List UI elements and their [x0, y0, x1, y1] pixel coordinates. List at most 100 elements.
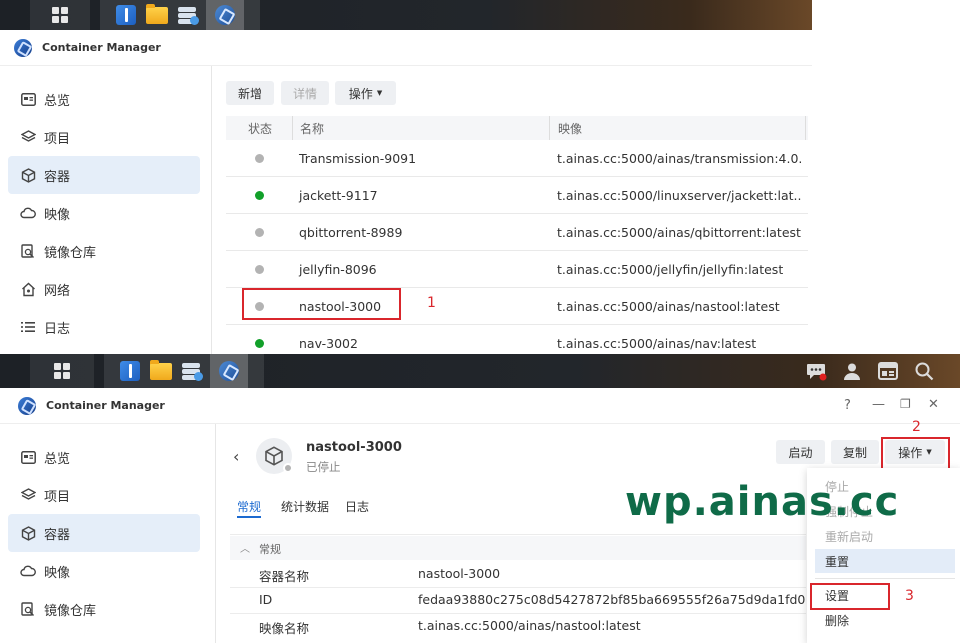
container-manager-logo [18, 396, 36, 415]
column-header-status[interactable]: 状态 [248, 116, 272, 140]
sidebar-item-label: 总览 [44, 93, 71, 109]
actions-button[interactable]: 操作 ▼ [335, 81, 396, 105]
cube-icon [20, 167, 36, 183]
sidebar-item-label: 容器 [44, 169, 71, 185]
sidebar-item-label: 镜像仓库 [44, 603, 97, 619]
app-icon-blue[interactable] [120, 361, 140, 381]
column-header-name[interactable]: 名称 [292, 116, 557, 140]
container-status: 已停止 [306, 460, 341, 474]
details-button[interactable]: 详情 [281, 81, 329, 105]
annotation-box-3 [810, 583, 890, 610]
annotation-number-3: 3 [905, 588, 914, 604]
annotation-box-2 [881, 437, 950, 470]
annotation-number-2: 2 [912, 419, 921, 435]
container-image: t.ainas.cc:5000/ainas/transmission:4.0..… [557, 151, 802, 166]
table-row[interactable]: qbittorrent-8989 t.ainas.cc:5000/ainas/q… [226, 214, 808, 251]
sidebar-item-label: 镜像仓库 [44, 245, 97, 261]
app-launcher-button[interactable] [30, 0, 90, 30]
container-manager-icon [215, 5, 235, 25]
restore-icon[interactable]: ❐ [900, 397, 911, 411]
window-header-top: Container Manager [0, 30, 812, 66]
close-icon[interactable]: ✕ [928, 397, 939, 412]
sidebar-item-images[interactable]: 映像 [8, 552, 200, 590]
folder-icon[interactable] [150, 359, 172, 380]
menu-item-delete[interactable]: 删除 [807, 608, 954, 632]
menu-item-restart[interactable]: 重新启动 [807, 524, 954, 548]
registry-icon [20, 601, 36, 617]
sidebar-item-projects[interactable]: 项目 [8, 476, 200, 514]
sidebar-item-label: 总览 [44, 451, 71, 467]
watermark-text: wp.ainas.cc [625, 479, 900, 525]
annotation-number-1: 1 [427, 295, 436, 311]
sidebar-item-registry[interactable]: 镜像仓库 [8, 232, 200, 270]
status-dot-stopped [283, 463, 293, 473]
sidebar-item-registry[interactable]: 镜像仓库 [8, 590, 200, 628]
user-button[interactable] [834, 354, 870, 388]
sidebar-item-label: 项目 [44, 131, 71, 147]
container-image: t.ainas.cc:5000/ainas/nav:latest [557, 336, 757, 351]
start-button[interactable]: 启动 [776, 440, 825, 464]
actions-button-label: 操作 [348, 86, 373, 101]
duplicate-button[interactable]: 复制 [831, 440, 879, 464]
table-header: 状态 名称 映像 [226, 116, 808, 140]
sidebar-item-network[interactable]: 网络 [8, 270, 200, 308]
container-image: t.ainas.cc:5000/ainas/nastool:latest [557, 299, 780, 314]
grid-icon [54, 363, 70, 379]
status-dot-running [255, 339, 264, 348]
field-label: 容器名称 [259, 569, 310, 584]
tab-statistics[interactable]: 统计数据 [281, 498, 329, 515]
widgets-button[interactable] [870, 354, 906, 388]
app-icon-blue[interactable] [116, 5, 136, 25]
list-icon [20, 319, 36, 335]
container-image: t.ainas.cc:5000/jellyfin/jellyfin:latest [557, 262, 784, 277]
section-header[interactable]: ︿ 常规 [230, 536, 806, 560]
container-manager-taskbar-button[interactable] [206, 0, 244, 30]
tab-general[interactable]: 常规 [237, 498, 261, 515]
container-manager-taskbar-button[interactable] [210, 354, 248, 388]
layers-icon [20, 487, 36, 503]
container-manager-logo [14, 38, 32, 57]
sidebar-item-logs[interactable]: 日志 [8, 308, 200, 346]
table-row[interactable]: jackett-9117 t.ainas.cc:5000/linuxserver… [226, 177, 808, 214]
search-button[interactable] [906, 354, 942, 388]
table-row[interactable]: Transmission-9091 t.ainas.cc:5000/ainas/… [226, 140, 808, 177]
tab-logs[interactable]: 日志 [345, 498, 369, 515]
field-value: t.ainas.cc:5000/ainas/nastool:latest [418, 618, 641, 633]
table-row[interactable]: nav-3002 t.ainas.cc:5000/ainas/nav:lates… [226, 325, 808, 354]
cube-icon [265, 446, 283, 466]
back-arrow-icon[interactable]: ‹ [233, 447, 239, 466]
user-icon [844, 363, 860, 380]
sidebar-item-overview[interactable]: 总览 [8, 80, 200, 118]
grid-icon [52, 7, 68, 23]
cloud-icon [20, 205, 36, 221]
sidebar-item-images[interactable]: 映像 [8, 194, 200, 232]
menu-item-reset[interactable]: 重置 [815, 549, 955, 573]
registry-icon [20, 243, 36, 259]
container-name: jellyfin-8096 [299, 262, 377, 277]
status-dot-stopped [255, 265, 264, 274]
tab-divider [230, 534, 806, 535]
taskbar-apps [104, 354, 264, 388]
section-title: 常规 [259, 543, 281, 556]
sidebar-item-overview[interactable]: 总览 [8, 438, 200, 476]
help-icon[interactable]: ? [844, 398, 851, 413]
sidebar-item-projects[interactable]: 项目 [8, 118, 200, 156]
minimize-icon[interactable]: — [872, 397, 885, 412]
storage-icon[interactable] [182, 361, 203, 381]
sidebar-item-label: 容器 [44, 527, 71, 543]
sidebar-item-label: 网络 [44, 283, 71, 299]
column-header-image[interactable]: 映像 [549, 116, 806, 140]
field-value: nastool-3000 [418, 566, 501, 581]
app-launcher-button[interactable] [30, 354, 94, 388]
sidebar-item-containers[interactable]: 容器 [8, 156, 200, 194]
overview-icon [20, 91, 36, 107]
notifications-button[interactable] [798, 354, 834, 388]
container-name: jackett-9117 [299, 188, 378, 203]
sidebar-item-containers[interactable]: 容器 [8, 514, 200, 552]
home-network-icon [20, 281, 36, 297]
add-button[interactable]: 新增 [226, 81, 274, 105]
storage-icon[interactable] [178, 5, 199, 25]
folder-icon[interactable] [146, 3, 168, 24]
container-name: Transmission-9091 [299, 151, 417, 166]
table-row[interactable]: jellyfin-8096 t.ainas.cc:5000/jellyfin/j… [226, 251, 808, 288]
